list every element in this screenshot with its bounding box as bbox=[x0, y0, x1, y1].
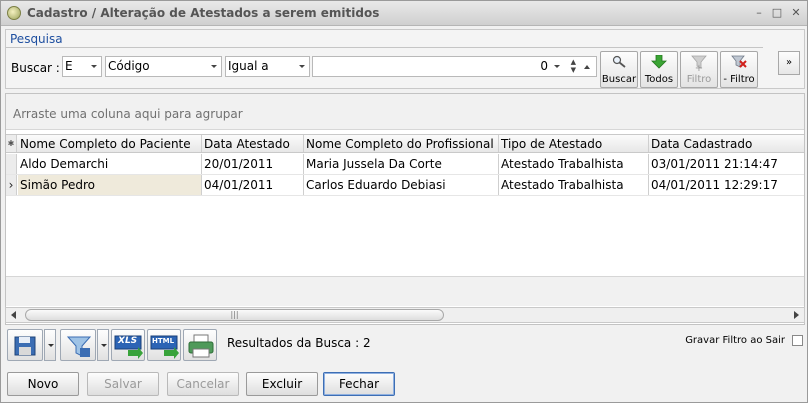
printer-icon bbox=[188, 334, 214, 358]
excluir-button[interactable]: Excluir bbox=[246, 372, 318, 396]
column-header-data-atestado[interactable]: Data Atestado bbox=[202, 135, 304, 152]
search-panel-label: Pesquisa bbox=[10, 32, 63, 46]
operator-select[interactable]: Igual a bbox=[225, 56, 310, 77]
results-count: Resultados da Busca : 2 bbox=[227, 336, 371, 350]
cell-paciente[interactable]: Simão Pedro bbox=[18, 175, 202, 195]
scroll-thumb[interactable]: ||| bbox=[25, 309, 444, 321]
cell-paciente[interactable]: Aldo Demarchi bbox=[18, 154, 202, 174]
column-header-paciente[interactable]: Nome Completo do Paciente bbox=[18, 135, 202, 152]
save-filter-checkbox[interactable] bbox=[792, 335, 803, 346]
minimize-button[interactable]: – bbox=[751, 5, 767, 21]
cell-profissional[interactable]: Carlos Eduardo Debiasi bbox=[304, 175, 499, 195]
cell-data-cadastrado[interactable]: 03/01/2011 21:14:47 bbox=[649, 154, 804, 174]
group-by-panel[interactable]: Arraste uma coluna aqui para agrupar bbox=[6, 94, 804, 130]
fechar-button[interactable]: Fechar bbox=[323, 372, 395, 396]
grid-header: ✱ Nome Completo do Paciente Data Atestad… bbox=[6, 134, 804, 153]
arrow-down-icon bbox=[651, 55, 667, 69]
cell-tipo[interactable]: Atestado Trabalhista bbox=[499, 154, 649, 174]
logic-select-value: E bbox=[65, 59, 73, 73]
scroll-right-icon[interactable] bbox=[794, 311, 799, 319]
search-icon bbox=[612, 55, 626, 68]
spin-stepper[interactable]: ▲ ▼ bbox=[571, 58, 576, 74]
buscar-label: Buscar : bbox=[11, 61, 60, 75]
field-select-value: Código bbox=[108, 59, 150, 73]
xls-icon-label: XLS bbox=[118, 336, 138, 346]
app-icon bbox=[7, 6, 21, 20]
action-buttons: Novo Salvar Cancelar Excluir Fechar bbox=[5, 372, 805, 396]
column-header-data-cadastrado[interactable]: Data Cadastrado bbox=[649, 135, 804, 152]
buscar-button[interactable]: Buscar bbox=[600, 51, 638, 88]
filter-remove-icon bbox=[731, 55, 747, 68]
buscar-button-label: Buscar bbox=[601, 74, 637, 85]
todos-button[interactable]: Todos bbox=[640, 51, 678, 88]
save-filter-label: Gravar Filtro ao Sair bbox=[685, 335, 785, 346]
floppy-disk-icon bbox=[14, 336, 36, 356]
chevron-down-icon bbox=[299, 65, 305, 68]
novo-button[interactable]: Novo bbox=[7, 372, 79, 396]
todos-button-label: Todos bbox=[644, 74, 674, 85]
value-input[interactable]: 0 ▲ ▼ bbox=[312, 56, 597, 77]
operator-select-value: Igual a bbox=[228, 59, 269, 73]
cell-profissional[interactable]: Maria Jussela Da Corte bbox=[304, 154, 499, 174]
collapse-button[interactable]: » bbox=[778, 51, 800, 75]
scroll-left-icon[interactable] bbox=[11, 311, 16, 319]
add-filter-button[interactable]: + Filtro bbox=[680, 51, 718, 88]
column-header-profissional[interactable]: Nome Completo do Profissional bbox=[304, 135, 499, 152]
value-input-text: 0 bbox=[540, 59, 548, 73]
export-html-button[interactable]: HTML bbox=[147, 329, 181, 361]
save-layout-button[interactable] bbox=[7, 329, 43, 361]
group-by-hint: Arraste uma coluna aqui para agrupar bbox=[13, 107, 243, 121]
bottom-toolbar: XLS HTML Resultados da Busca : 2 Gravar … bbox=[5, 327, 805, 363]
indicator-header[interactable]: ✱ bbox=[6, 135, 17, 152]
close-button[interactable]: ✕ bbox=[788, 5, 804, 21]
divider bbox=[6, 47, 763, 48]
logic-select[interactable]: E bbox=[62, 56, 102, 77]
field-select[interactable]: Código bbox=[105, 56, 222, 77]
print-button[interactable] bbox=[183, 329, 217, 361]
funnel-icon bbox=[66, 336, 92, 357]
add-filter-label: + Filtro bbox=[686, 63, 712, 85]
chevron-up-icon[interactable] bbox=[584, 65, 590, 69]
remove-filter-button[interactable]: - Filtro bbox=[720, 51, 758, 88]
cell-tipo[interactable]: Atestado Trabalhista bbox=[499, 175, 649, 195]
row-indicator[interactable] bbox=[6, 154, 17, 174]
table-row[interactable]: › Simão Pedro 04/01/2011 Carlos Eduardo … bbox=[6, 175, 804, 196]
window: Cadastro / Alteração de Atestados a sere… bbox=[0, 0, 808, 403]
chevron-down-icon bbox=[211, 65, 217, 68]
row-indicator-current[interactable]: › bbox=[6, 175, 17, 195]
chevron-down-icon[interactable] bbox=[554, 65, 560, 68]
maximize-button[interactable]: □ bbox=[769, 5, 785, 21]
filter-layout-button[interactable] bbox=[60, 329, 96, 361]
filter-layout-dropdown[interactable] bbox=[97, 329, 109, 361]
cell-data-atestado[interactable]: 04/01/2011 bbox=[202, 175, 304, 195]
cell-data-atestado[interactable]: 20/01/2011 bbox=[202, 154, 304, 174]
export-xls-button[interactable]: XLS bbox=[111, 329, 145, 361]
chevron-down-icon bbox=[91, 65, 97, 68]
results-grid: Arraste uma coluna aqui para agrupar ✱ N… bbox=[5, 93, 805, 325]
save-layout-dropdown[interactable] bbox=[44, 329, 56, 361]
html-icon-label: HTML bbox=[152, 337, 175, 345]
cancelar-button[interactable]: Cancelar bbox=[167, 372, 239, 396]
remove-filter-label: - Filtro bbox=[723, 74, 755, 85]
search-panel: Pesquisa Buscar : E Código Igual a 0 ▲▼ bbox=[5, 29, 805, 89]
title-bar: Cadastro / Alteração de Atestados a sere… bbox=[1, 1, 807, 26]
horizontal-scrollbar[interactable]: ||| bbox=[5, 307, 805, 323]
cell-data-cadastrado[interactable]: 04/01/2011 12:29:17 bbox=[649, 175, 804, 195]
grid-footer-strip bbox=[6, 276, 804, 306]
window-title: Cadastro / Alteração de Atestados a sere… bbox=[27, 6, 380, 20]
column-header-tipo[interactable]: Tipo de Atestado bbox=[499, 135, 649, 152]
salvar-button[interactable]: Salvar bbox=[87, 372, 159, 396]
table-row[interactable]: Aldo Demarchi 20/01/2011 Maria Jussela D… bbox=[6, 154, 804, 175]
